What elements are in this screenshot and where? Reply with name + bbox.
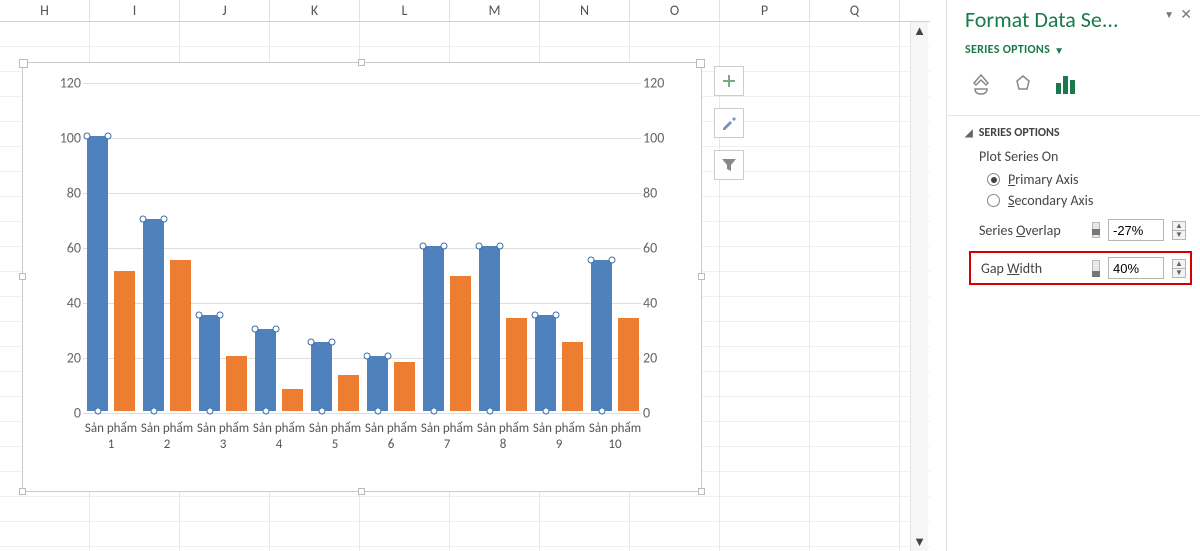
plot-series-on-label: Plot Series On [979, 148, 1186, 165]
bar-Series1-9[interactable] [535, 315, 556, 411]
column-header-K[interactable]: K [270, 0, 360, 21]
chart-styles-button[interactable] [714, 108, 744, 138]
bar-Series2-2[interactable] [170, 260, 191, 411]
category-label: Sản phẩm 8 [475, 421, 531, 452]
radio-checked-icon [987, 173, 1000, 186]
bar-Series1-6[interactable] [367, 356, 388, 411]
effects-tab[interactable] [1009, 71, 1037, 99]
column-header-O[interactable]: O [630, 0, 720, 21]
gap-spin-down[interactable]: ▼ [1172, 268, 1186, 278]
pane-options-icon[interactable]: ▼ [1164, 8, 1174, 21]
chevron-down-icon: ▼ [1054, 44, 1064, 57]
gap-width-label: Gap Width [981, 260, 1042, 277]
column-header-H[interactable]: H [0, 0, 90, 21]
column-header-N[interactable]: N [540, 0, 630, 21]
category-label: Sản phẩm 10 [587, 421, 643, 452]
series-options-tab[interactable] [1051, 71, 1079, 99]
primary-axis-radio[interactable]: Primary Axis [987, 171, 1186, 188]
series-options-label: SERIES OPTIONS [965, 43, 1050, 57]
category-label: Sản phẩm 4 [251, 421, 307, 452]
bar-Series2-7[interactable] [450, 276, 471, 411]
expander-triangle-icon: ◢ [965, 126, 973, 139]
bar-Series2-6[interactable] [394, 362, 415, 412]
bar-Series1-4[interactable] [255, 329, 276, 412]
bar-Series1-5[interactable] [311, 342, 332, 411]
column-header-L[interactable]: L [360, 0, 450, 21]
bar-Series1-1[interactable] [87, 136, 108, 411]
bar-Series2-10[interactable] [618, 318, 639, 412]
format-pane: ▼ ✕ Format Data Se... SERIES OPTIONS ▼ ◢… [946, 0, 1200, 551]
series-overlap-control: Series Overlap ▲ ▼ [979, 219, 1186, 241]
series-overlap-input[interactable] [1108, 219, 1164, 241]
chart-filters-button[interactable] [714, 150, 744, 180]
secondary-y-axis[interactable]: 020406080100120 [643, 83, 693, 411]
close-pane-button[interactable]: ✕ [1180, 6, 1192, 23]
radio-unchecked-icon [987, 194, 1000, 207]
series-overlap-label: Series Overlap [979, 222, 1061, 239]
column-headers: HIJKLMNOPQ [0, 0, 930, 22]
series-options-dropdown[interactable]: SERIES OPTIONS ▼ [965, 43, 1186, 57]
category-label: Sản phẩm 2 [139, 421, 195, 452]
column-header-Q[interactable]: Q [810, 0, 900, 21]
series-options-header: SERIES OPTIONS [979, 126, 1060, 140]
category-label: Sản phẩm 5 [307, 421, 363, 452]
bar-Series2-9[interactable] [562, 342, 583, 411]
scroll-up-arrow[interactable]: ▲ [911, 22, 928, 40]
bar-Series2-3[interactable] [226, 356, 247, 411]
gap-width-control: Gap Width ▲ ▼ [969, 251, 1192, 285]
chart-bars[interactable] [83, 83, 641, 411]
x-axis-categories[interactable]: Sản phẩm 1Sản phẩm 2Sản phẩm 3Sản phẩm 4… [83, 421, 641, 481]
vertical-scrollbar[interactable]: ▲ ▼ [910, 22, 928, 551]
column-header-J[interactable]: J [180, 0, 270, 21]
plot-area[interactable] [83, 83, 641, 411]
bar-Series1-3[interactable] [199, 315, 220, 411]
primary-y-axis[interactable]: 020406080100120 [31, 83, 81, 411]
category-label: Sản phẩm 6 [363, 421, 419, 452]
scroll-down-arrow[interactable]: ▼ [911, 533, 928, 551]
overlap-spin-down[interactable]: ▼ [1172, 230, 1186, 240]
chart-elements-button[interactable] [714, 66, 744, 96]
bar-Series1-2[interactable] [143, 219, 164, 412]
category-label: Sản phẩm 1 [83, 421, 139, 452]
bar-Series2-5[interactable] [338, 375, 359, 411]
bar-Series1-10[interactable] [591, 260, 612, 411]
bar-Series2-8[interactable] [506, 318, 527, 412]
bar-Series1-8[interactable] [479, 246, 500, 411]
pane-title: Format Data Se... [965, 6, 1186, 33]
column-header-I[interactable]: I [90, 0, 180, 21]
category-label: Sản phẩm 7 [419, 421, 475, 452]
chart-object[interactable]: 020406080100120 020406080100120 Sản phẩm… [22, 62, 702, 492]
column-header-P[interactable]: P [720, 0, 810, 21]
gap-width-input[interactable] [1108, 257, 1164, 279]
series-overlap-slider[interactable] [1092, 222, 1100, 238]
secondary-axis-radio[interactable]: Secondary Axis [987, 192, 1186, 209]
gap-width-slider[interactable] [1092, 260, 1100, 276]
chart-side-buttons [714, 66, 744, 180]
bar-Series1-7[interactable] [423, 246, 444, 411]
column-header-M[interactable]: M [450, 0, 540, 21]
category-label: Sản phẩm 3 [195, 421, 251, 452]
category-label: Sản phẩm 9 [531, 421, 587, 452]
fill-and-line-tab[interactable] [967, 71, 995, 99]
bar-Series2-1[interactable] [114, 271, 135, 411]
bar-Series2-4[interactable] [282, 389, 303, 411]
series-options-expander[interactable]: ◢ SERIES OPTIONS [965, 126, 1186, 140]
